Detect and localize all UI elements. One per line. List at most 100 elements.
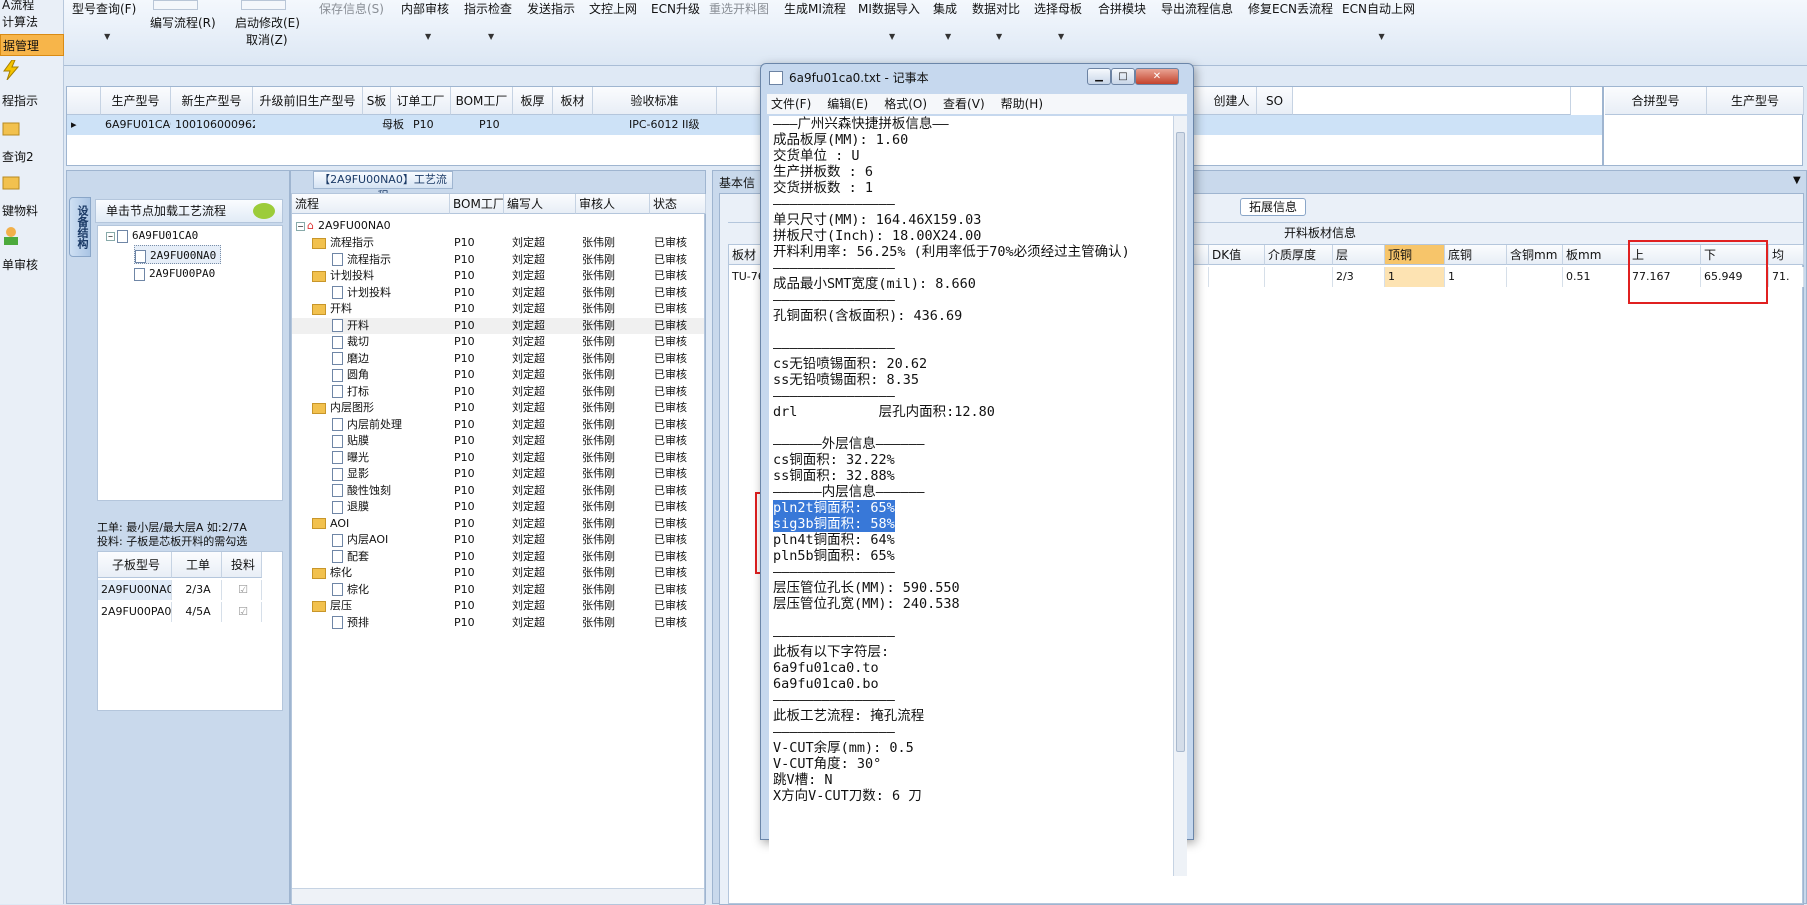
table-cell[interactable]: 已审核	[654, 285, 687, 301]
write-flow-button[interactable]: 编写流程(R)	[150, 14, 216, 31]
table-row[interactable]: 开料 P10 刘定超 张伟刚 已审核	[292, 301, 704, 317]
flow-step[interactable]: 内层AOI	[332, 532, 388, 548]
merge-module-button[interactable]: 合拼模块	[1098, 0, 1146, 17]
table-cell[interactable]: 1	[1445, 267, 1507, 287]
grid-header[interactable]: SO	[1257, 87, 1293, 115]
maximize-button[interactable]: □	[1111, 68, 1135, 85]
nav-item-calc[interactable]: 计算法	[0, 11, 64, 33]
table-cell[interactable]: P10	[479, 115, 519, 135]
ecn-auto-online-button[interactable]: ECN自动上网 ▼	[1342, 0, 1415, 41]
flow-step[interactable]: 退膜	[332, 499, 369, 515]
table-row[interactable]: 配套 P10 刘定超 张伟刚 已审核	[292, 549, 704, 565]
table-cell[interactable]: 已审核	[654, 598, 687, 614]
grid-header[interactable]: 均	[1769, 245, 1804, 265]
generate-mi-flow-button[interactable]: 生成MI流程	[784, 0, 846, 17]
table-cell[interactable]: 张伟刚	[582, 301, 615, 317]
table-row[interactable]: 圆角 P10 刘定超 张伟刚 已审核	[292, 367, 704, 383]
save-info-button[interactable]: 保存信息(S)	[319, 0, 384, 17]
table-row[interactable]: AOI P10 刘定超 张伟刚 已审核	[292, 516, 704, 532]
grid-header[interactable]: 审核人	[576, 194, 650, 214]
table-cell[interactable]: 刘定超	[512, 565, 545, 581]
menu-view[interactable]: 查看(V)	[943, 97, 985, 111]
selected-text[interactable]: sig3b铜面积: 58%	[773, 516, 895, 532]
table-cell[interactable]: 已审核	[654, 582, 687, 598]
grid-header[interactable]: 子板型号	[98, 552, 172, 578]
table-row[interactable]: 开料 P10 刘定超 张伟刚 已审核	[292, 317, 704, 334]
table-row[interactable]: 流程指示 P10 刘定超 张伟刚 已审核	[292, 252, 704, 268]
table-cell[interactable]: P10	[454, 532, 475, 548]
cancel-button[interactable]: 取消(Z)	[246, 31, 288, 48]
table-cell[interactable]: 张伟刚	[582, 598, 615, 614]
table-cell[interactable]: 已审核	[654, 351, 687, 367]
nav-item-instruction[interactable]: 程指示	[0, 90, 64, 112]
table-cell[interactable]: 张伟刚	[582, 532, 615, 548]
flow-step[interactable]: 磨边	[332, 351, 369, 367]
table-cell[interactable]: 已审核	[654, 334, 687, 350]
repair-ecn-flow-button[interactable]: 修复ECN丢流程	[1248, 0, 1333, 17]
grid-header[interactable]: 编写人	[504, 194, 576, 214]
flow-step[interactable]: 层压	[312, 598, 352, 614]
table-cell[interactable]: 71.	[1769, 267, 1804, 287]
table-cell[interactable]: 刘定超	[512, 549, 545, 565]
expand-info-tab[interactable]: 拓展信息	[1240, 198, 1306, 216]
table-cell[interactable]: P10	[454, 235, 475, 251]
flow-step[interactable]: 裁切	[332, 334, 369, 350]
menu-format[interactable]: 格式(O)	[884, 97, 927, 111]
table-row[interactable]: 酸性蚀刻 P10 刘定超 张伟刚 已审核	[292, 483, 704, 499]
grid-header[interactable]: 工单	[172, 552, 222, 578]
table-cell[interactable]: 已审核	[654, 268, 687, 284]
table-cell[interactable]: 张伟刚	[582, 417, 615, 433]
flow-step[interactable]: 打标	[332, 384, 369, 400]
table-cell[interactable]: P10	[454, 499, 475, 515]
table-row[interactable]: 内层AOI P10 刘定超 张伟刚 已审核	[292, 532, 704, 548]
table-cell[interactable]: 刘定超	[512, 334, 545, 350]
table-cell[interactable]: P10	[454, 285, 475, 301]
table-cell[interactable]: P10	[454, 400, 475, 416]
table-cell[interactable]: 已审核	[654, 235, 687, 251]
model-query-button[interactable]: 型号查询(F) ▼	[72, 0, 136, 41]
selected-text[interactable]: pln2t铜面积: 65%	[773, 500, 895, 516]
table-cell[interactable]: 已审核	[654, 433, 687, 449]
grid-header[interactable]: 合拼型号	[1605, 87, 1707, 115]
flow-step[interactable]: 计划投料	[332, 285, 391, 301]
grid-header[interactable]: BOM工厂	[450, 194, 504, 214]
table-cell[interactable]: 已审核	[654, 615, 687, 631]
tree-node[interactable]: 2A9FU00NA0	[134, 245, 222, 264]
table-cell[interactable]: 刘定超	[512, 400, 545, 416]
vertical-scrollbar[interactable]	[1173, 116, 1187, 876]
grid-header[interactable]: DK值	[1209, 245, 1265, 265]
table-cell[interactable]: P10	[454, 483, 475, 499]
data-compare-button[interactable]: 数据对比 ▼	[972, 0, 1020, 41]
flow-step[interactable]: 预排	[332, 615, 369, 631]
table-cell[interactable]: 刘定超	[512, 351, 545, 367]
table-cell[interactable]: 已审核	[654, 252, 687, 268]
table-cell[interactable]: P10	[454, 268, 475, 284]
table-cell[interactable]: 张伟刚	[582, 318, 615, 334]
table-cell[interactable]: 刘定超	[512, 252, 545, 268]
table-cell[interactable]: 刘定超	[512, 450, 545, 466]
start-edit-button[interactable]: 启动修改(E)	[235, 14, 300, 31]
horizontal-scrollbar[interactable]	[292, 888, 704, 904]
table-row[interactable]: 层压 P10 刘定超 张伟刚 已审核	[292, 598, 704, 614]
menu-edit[interactable]: 编辑(E)	[827, 97, 868, 111]
flow-step[interactable]: 内层图形	[312, 400, 374, 416]
grid-header[interactable]: S板	[363, 87, 391, 115]
table-cell[interactable]: P10	[454, 466, 475, 482]
reselect-cutting-button[interactable]: 重选开料图	[709, 0, 769, 17]
menu-file[interactable]: 文件(F)	[771, 97, 811, 111]
table-cell[interactable]: 张伟刚	[582, 516, 615, 532]
grid-header[interactable]: 含铜mm	[1507, 245, 1563, 265]
table-row[interactable]: 预排 P10 刘定超 张伟刚 已审核	[292, 615, 704, 631]
table-cell[interactable]: P10	[454, 367, 475, 383]
table-cell[interactable]: 张伟刚	[582, 549, 615, 565]
table-cell[interactable]: P10	[454, 433, 475, 449]
table-cell[interactable]: 刘定超	[512, 235, 545, 251]
table-cell[interactable]: 张伟刚	[582, 483, 615, 499]
table-cell[interactable]: 刘定超	[512, 285, 545, 301]
grid-header[interactable]: 生产型号	[101, 87, 171, 115]
table-cell[interactable]: 2/3	[1333, 267, 1385, 287]
table-cell[interactable]: 刘定超	[512, 433, 545, 449]
table-cell[interactable]: P10	[454, 598, 475, 614]
grid-header[interactable]: 顶铜	[1385, 245, 1445, 265]
table-cell[interactable]: 6A9FU01CA0	[105, 115, 171, 135]
